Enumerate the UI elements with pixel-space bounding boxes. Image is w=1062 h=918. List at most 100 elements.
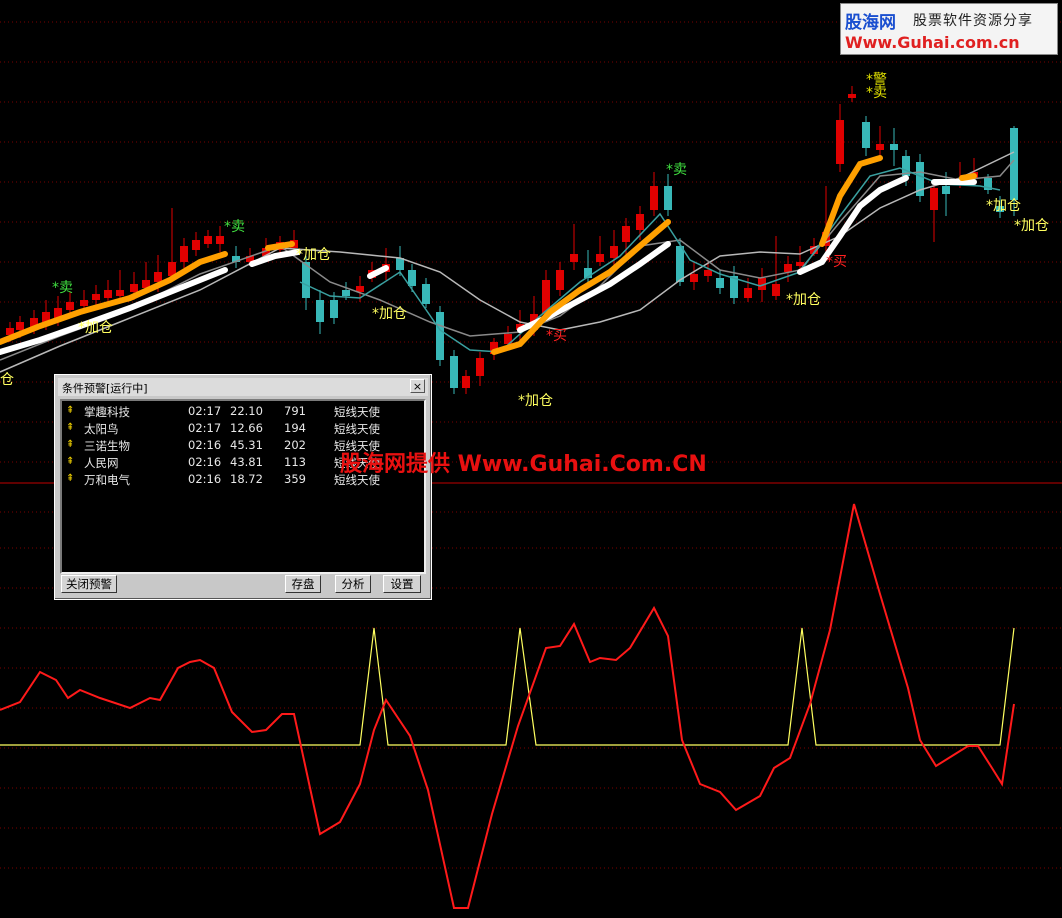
alert-time: 02:17 (188, 404, 222, 418)
analyze-button[interactable]: 分析 (335, 575, 371, 593)
candle-body (744, 288, 752, 298)
candle-body (636, 214, 644, 230)
close-icon[interactable]: × (410, 379, 425, 393)
candle-body (610, 246, 618, 258)
alert-arrow-icon: ⇞ (66, 473, 75, 484)
alert-signal: 短线天使 (334, 405, 380, 419)
candle-body (690, 274, 698, 282)
candle-body (92, 294, 100, 300)
close-alert-button[interactable]: 关闭预警 (61, 575, 117, 593)
candle-body (16, 322, 24, 330)
candle-body (450, 356, 458, 388)
candle-body (422, 284, 430, 304)
candle-body (104, 290, 112, 298)
settings-button[interactable]: 设置 (383, 575, 421, 593)
candle-body (462, 376, 470, 388)
candle-body (570, 254, 578, 262)
ma-mid-line (0, 159, 1015, 361)
alert-signal: 短线天使 (334, 422, 380, 436)
watermark-text: 股海网提供 Www.Guhai.Com.CN (340, 452, 707, 477)
candle-body (784, 264, 792, 272)
candle-body (676, 246, 684, 282)
add-position-label: *加仓 (296, 247, 331, 263)
add-position-label: *加仓 (518, 393, 553, 409)
add-position-label: *加仓 (372, 306, 407, 322)
candle-body (476, 358, 484, 376)
alert-arrow-icon: ⇞ (66, 456, 75, 467)
candle-body (80, 300, 88, 306)
alert-arrow-icon: ⇞ (66, 422, 75, 433)
condition-alert-dialog[interactable]: 条件预警[运行中] × ⇞ 掌趣科技 02:17 22.10 791 短线天使 … (54, 374, 432, 600)
candle-body (130, 284, 138, 292)
alert-arrow-icon: ⇞ (66, 439, 75, 450)
sell-signal-label: *卖 (866, 85, 887, 101)
add-position-label: *加仓 (986, 198, 1021, 214)
add-position-label: *加仓 (1014, 218, 1049, 234)
alert-list[interactable]: ⇞ 掌趣科技 02:17 22.10 791 短线天使 ⇞ 太阳鸟 02:17 … (60, 399, 426, 574)
stock-name: 三诺生物 (84, 439, 130, 453)
candle-body (942, 186, 950, 194)
candle-body (796, 262, 804, 266)
candle-body (342, 290, 350, 296)
dialog-title: 条件预警[运行中] (62, 382, 148, 395)
candle-body (204, 236, 212, 244)
candle-body (408, 270, 416, 286)
stock-name: 掌趣科技 (84, 405, 130, 419)
candle-body (330, 300, 338, 318)
stock-name: 万和电气 (84, 473, 130, 487)
save-button[interactable]: 存盘 (285, 575, 321, 593)
logo-site-name: 股海网 (845, 13, 896, 33)
stock-chart-window: *卖 *卖 *卖 *警 *卖 *买 *买 *加仓 *加仓 *加仓 *加仓 *加仓 *加仓 *加仓仓 股海网… (0, 0, 1062, 918)
alert-time: 02:16 (188, 438, 222, 452)
logo-url: Www.Guhai.com.cn (845, 33, 1020, 52)
candle-body (650, 186, 658, 210)
alert-volume: 113 (284, 455, 306, 469)
stock-name: 太阳鸟 (84, 422, 119, 436)
alert-time: 02:16 (188, 455, 222, 469)
candle-body (180, 246, 188, 262)
candle-body (930, 188, 938, 210)
candle-body (704, 270, 712, 276)
alert-volume: 359 (284, 472, 306, 486)
candle-body (66, 302, 74, 310)
alert-price: 45.31 (230, 438, 263, 452)
candle-body (556, 270, 564, 290)
sell-signal-label: *卖 (666, 162, 687, 178)
logo-tagline: 股票软件资源分享 (913, 13, 1033, 29)
alert-volume: 194 (284, 421, 306, 435)
sell-signal-label: *卖 (224, 219, 245, 235)
indicator-yellow-line (0, 627, 1015, 746)
signal-line-orange (265, 241, 295, 251)
candle-body (862, 122, 870, 148)
alert-time: 02:17 (188, 421, 222, 435)
site-logo: 股海网 股票软件资源分享 Www.Guhai.com.cn (840, 3, 1058, 55)
alert-time: 02:16 (188, 472, 222, 486)
candle-body (716, 278, 724, 288)
signal-line-white (797, 175, 909, 275)
signal-line-orange (959, 173, 977, 181)
candle-body (116, 290, 124, 296)
candle-body (836, 120, 844, 164)
candle-body (154, 272, 162, 282)
buy-signal-label: *买 (826, 254, 847, 270)
candle-body (192, 240, 200, 250)
candle-body (848, 94, 856, 98)
alert-volume: 202 (284, 438, 306, 452)
candle-body (890, 144, 898, 150)
candle-body (316, 300, 324, 322)
candle-body (622, 226, 630, 242)
stock-name: 人民网 (84, 456, 119, 470)
add-position-label: 仓 (0, 372, 14, 388)
alert-arrow-icon: ⇞ (66, 405, 75, 416)
candle-body (876, 144, 884, 150)
buy-signal-label: *买 (546, 328, 567, 344)
alert-price: 18.72 (230, 472, 263, 486)
candle-body (772, 284, 780, 296)
candle-body (596, 254, 604, 262)
dialog-titlebar[interactable]: 条件预警[运行中] × (58, 378, 428, 396)
alert-volume: 791 (284, 404, 306, 418)
add-position-label: *加仓 (78, 320, 113, 336)
candle-body (664, 186, 672, 210)
add-position-label: *加仓 (786, 292, 821, 308)
candle-body (396, 258, 404, 270)
